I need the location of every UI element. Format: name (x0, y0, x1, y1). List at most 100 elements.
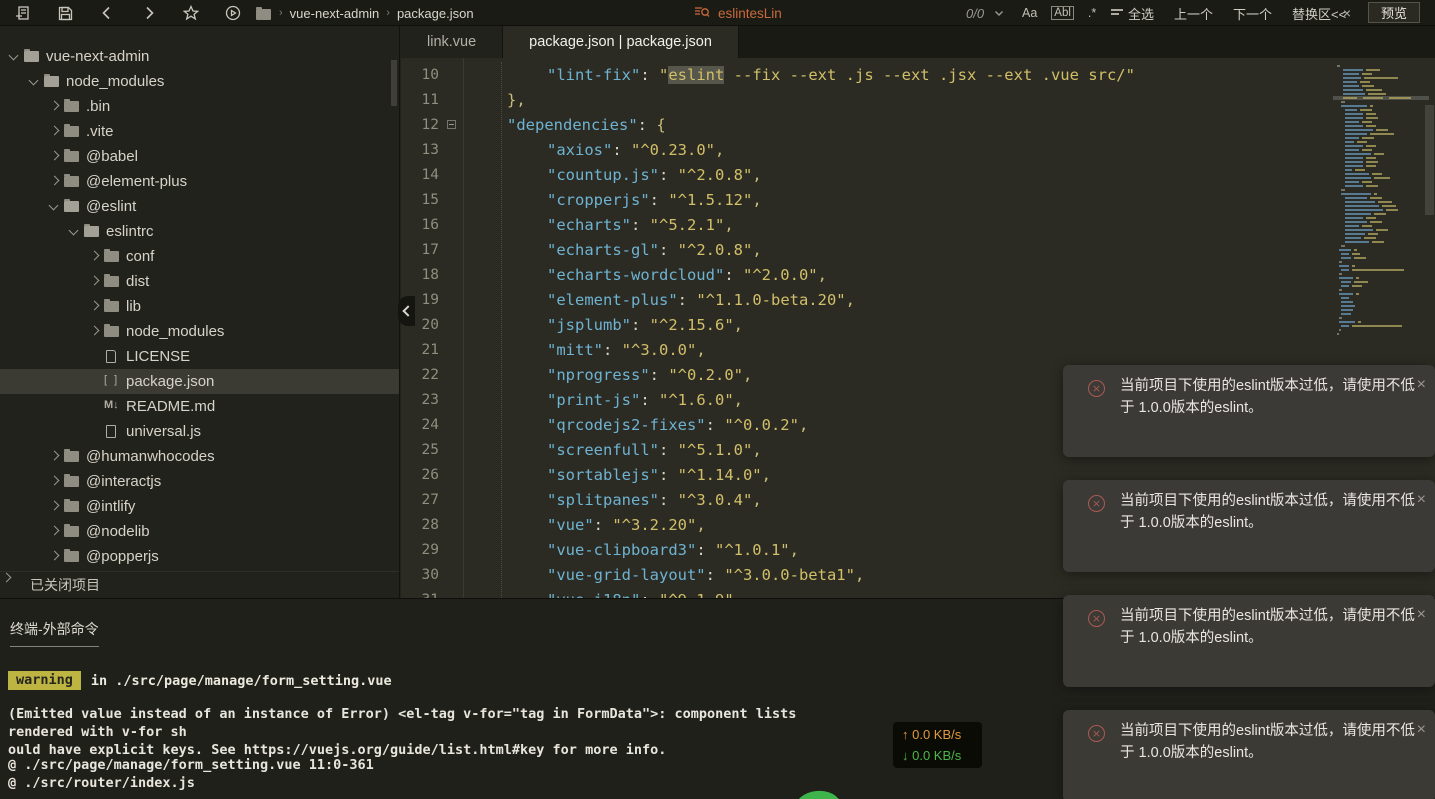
run-icon[interactable] (212, 0, 254, 26)
chevron-right-icon[interactable] (48, 150, 60, 162)
code-line-14[interactable]: 14"countup.js": "^2.0.8", (401, 162, 1330, 187)
multiline-icon[interactable] (1110, 6, 1124, 20)
chevron-right-icon[interactable] (88, 275, 100, 287)
toast-close-icon[interactable]: × (1417, 377, 1426, 393)
tree-item-node-modules[interactable]: node_modules (0, 69, 399, 94)
closed-projects-section[interactable]: 已关闭项目 (0, 571, 399, 598)
tree-item-eslintrc[interactable]: eslintrc (0, 219, 399, 244)
chevron-right-icon[interactable] (48, 450, 60, 462)
code-line-12[interactable]: 12"dependencies": { (401, 112, 1330, 137)
tree-item-label: @nodelib (86, 523, 150, 540)
code-line-16[interactable]: 16"echarts": "^5.2.1", (401, 212, 1330, 237)
eslint-warning-toast: ×当前项目下使用的eslint版本过低，请使用不低于 1.0.0版本的eslin… (1063, 480, 1435, 572)
tree-item-package-json[interactable]: [ ] package.json (0, 369, 399, 394)
search-query[interactable]: eslintesLin (718, 6, 782, 21)
tree-item-readme-md[interactable]: M↓README.md (0, 394, 399, 419)
tree-item--babel[interactable]: @babel (0, 144, 399, 169)
forward-icon[interactable] (128, 0, 170, 26)
code-text: "jsplumb": "^2.15.6", (463, 316, 743, 334)
code-text: "sortablejs": "^1.14.0", (463, 466, 771, 484)
search-field[interactable]: eslintesLin (694, 0, 782, 26)
preview-button[interactable]: 预览 (1368, 2, 1420, 23)
tree-item-label: vue-next-admin (46, 48, 149, 65)
chevron-down-icon[interactable] (48, 200, 60, 212)
tree-item--vite[interactable]: .vite (0, 119, 399, 144)
json-file-icon: [ ] (104, 374, 120, 388)
tree-item-vue-next-admin[interactable]: vue-next-admin (0, 44, 399, 69)
next-match-button[interactable]: 下一个 (1233, 4, 1272, 23)
tab-package-json[interactable]: package.json | package.json (503, 26, 739, 58)
tree-item--element-plus[interactable]: @element-plus (0, 169, 399, 194)
chevron-right-icon[interactable] (48, 125, 60, 137)
breadcrumb-file[interactable]: package.json (397, 6, 474, 21)
tree-item-label: README.md (126, 398, 215, 415)
code-line-19[interactable]: 19"element-plus": "^1.1.0-beta.20", (401, 287, 1330, 312)
code-line-17[interactable]: 17"echarts-gl": "^2.0.8", (401, 237, 1330, 262)
chevron-down-icon[interactable] (68, 225, 80, 237)
tree-item--interactjs[interactable]: @interactjs (0, 469, 399, 494)
toast-close-icon[interactable]: × (1417, 492, 1426, 508)
code-line-20[interactable]: 20"jsplumb": "^2.15.6", (401, 312, 1330, 337)
tree-item-node-modules[interactable]: node_modules (0, 319, 399, 344)
tree-item-license[interactable]: LICENSE (0, 344, 399, 369)
warning-badge: warning (8, 671, 81, 690)
tree-item-label: .vite (86, 123, 114, 140)
sidebar-collapse-handle[interactable] (398, 296, 415, 326)
search-actions: 全选 上一个 下一个 替换区<< (1128, 0, 1346, 26)
chevron-right-icon[interactable] (48, 500, 60, 512)
whole-word-toggle[interactable]: Abl (1051, 6, 1074, 20)
code-text: "qrcodejs2-fixes": "^0.0.2", (463, 416, 808, 434)
match-case-toggle[interactable]: Aa (1022, 6, 1037, 20)
toast-close-icon[interactable]: × (1417, 607, 1426, 623)
chevron-right-icon[interactable] (88, 250, 100, 262)
tree-scrollbar[interactable] (391, 60, 397, 106)
closed-projects-label: 已关闭项目 (30, 575, 100, 595)
tab-link-vue[interactable]: link.vue (401, 26, 503, 58)
tree-item--intlify[interactable]: @intlify (0, 494, 399, 519)
code-line-15[interactable]: 15"cropperjs": "^1.5.12", (401, 187, 1330, 212)
code-line-13[interactable]: 13"axios": "^0.23.0", (401, 137, 1330, 162)
code-line-21[interactable]: 21"mitt": "^3.0.0", (401, 337, 1330, 362)
tree-item--humanwhocodes[interactable]: @humanwhocodes (0, 444, 399, 469)
editor-scrollbar[interactable] (1425, 105, 1434, 215)
close-search-icon[interactable]: × (1337, 0, 1357, 26)
tree-item-dist[interactable]: dist (0, 269, 399, 294)
save-icon[interactable] (44, 0, 86, 26)
chevron-right-icon[interactable] (48, 175, 60, 187)
tree-item--nodelib[interactable]: @nodelib (0, 519, 399, 544)
breadcrumb: › vue-next-admin › package.json (256, 0, 474, 26)
breadcrumb-project[interactable]: vue-next-admin (290, 6, 380, 21)
new-file-icon[interactable] (2, 0, 44, 26)
folder-icon (64, 449, 80, 463)
regex-toggle[interactable]: .* (1088, 6, 1096, 20)
chevron-right-icon[interactable] (48, 475, 60, 487)
chevron-right-icon[interactable] (48, 550, 60, 562)
code-line-18[interactable]: 18"echarts-wordcloud": "^2.0.0", (401, 262, 1330, 287)
folder-icon (64, 474, 80, 488)
tree-item--bin[interactable]: .bin (0, 94, 399, 119)
chevron-down-icon[interactable] (28, 75, 40, 87)
tree-item--eslint[interactable]: @eslint (0, 194, 399, 219)
terminal-tab[interactable]: 终端-外部命令 (10, 619, 99, 647)
back-icon[interactable] (86, 0, 128, 26)
tree-item-label: package.json (126, 373, 214, 390)
select-all-button[interactable]: 全选 (1128, 4, 1154, 23)
chevron-right-icon[interactable] (88, 325, 100, 337)
star-icon[interactable] (170, 0, 212, 26)
chevron-right-icon[interactable] (88, 300, 100, 312)
prev-match-button[interactable]: 上一个 (1174, 4, 1213, 23)
chevron-down-icon[interactable] (994, 4, 1004, 22)
toast-close-icon[interactable]: × (1417, 722, 1426, 738)
chevron-down-icon[interactable] (8, 50, 20, 62)
line-number: 24 (401, 417, 447, 433)
tree-item-conf[interactable]: conf (0, 244, 399, 269)
code-line-10[interactable]: 10"lint-fix": "eslint --fix --ext .js --… (401, 62, 1330, 87)
chevron-right-icon[interactable] (48, 525, 60, 537)
editor-tabbar: link.vue package.json | package.json (401, 26, 1435, 58)
tree-item-universal-js[interactable]: universal.js (0, 419, 399, 444)
code-text: "nprogress": "^0.2.0", (463, 366, 752, 384)
tree-item--popperjs[interactable]: @popperjs (0, 544, 399, 569)
tree-item-lib[interactable]: lib (0, 294, 399, 319)
code-line-11[interactable]: 11}, (401, 87, 1330, 112)
chevron-right-icon[interactable] (48, 100, 60, 112)
